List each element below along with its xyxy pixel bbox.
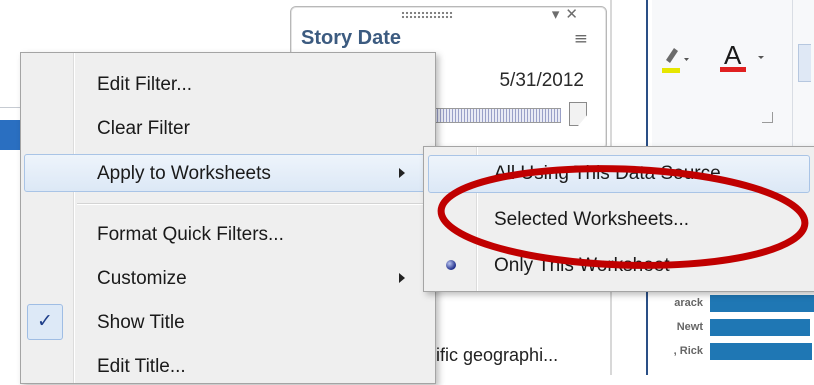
menu-item-label: Apply to Worksheets	[97, 163, 271, 184]
menu-item-format-quick-filters[interactable]: Format Quick Filters...	[21, 215, 435, 253]
menu-item-show-title[interactable]: ✓ Show Title	[21, 303, 435, 341]
bar-chart-fragment: arack Newt , Rick	[655, 290, 814, 375]
submenu-item-selected-worksheets[interactable]: Selected Worksheets...	[424, 199, 814, 239]
card-menu-icon[interactable]: ≡	[574, 29, 588, 49]
checkmark-icon: ✓	[37, 310, 53, 332]
submenu-item-all-using-data-source[interactable]: All Using This Data Source	[424, 153, 814, 193]
date-slider-handle[interactable]	[569, 102, 587, 126]
dialog-launcher-icon[interactable]	[762, 112, 773, 123]
menu-item-label: Edit Filter...	[97, 74, 193, 95]
bar-label: Newt	[676, 321, 703, 333]
checkmark-box: ✓	[27, 304, 63, 340]
date-range-value: 5/31/2012	[499, 70, 584, 91]
menu-item-apply-to-worksheets[interactable]: Apply to Worksheets	[21, 154, 435, 192]
apply-to-worksheets-submenu: All Using This Data Source Selected Work…	[423, 146, 814, 292]
menu-item-label: All Using This Data Source	[494, 163, 721, 184]
bar-row: arack	[655, 294, 814, 314]
align-button[interactable]	[798, 44, 811, 82]
drag-grip-icon[interactable]	[401, 11, 453, 19]
menu-item-edit-filter[interactable]: Edit Filter...	[21, 65, 435, 103]
bar-label: , Rick	[673, 345, 703, 357]
submenu-arrow-icon	[399, 168, 405, 178]
bar	[710, 319, 810, 336]
submenu-arrow-icon	[399, 273, 405, 283]
bar	[710, 343, 812, 360]
bar-label: arack	[674, 297, 703, 309]
menu-item-label: Format Quick Filters...	[97, 224, 284, 245]
highlight-color-icon[interactable]	[660, 40, 696, 76]
menu-item-label: Selected Worksheets...	[494, 209, 690, 230]
date-slider-track[interactable]	[431, 108, 561, 123]
bar-row: Newt	[655, 318, 814, 338]
radio-selected-icon	[446, 260, 456, 270]
left-panel-selection	[0, 120, 20, 150]
menu-item-customize[interactable]: Customize	[21, 259, 435, 297]
menu-item-label: Customize	[97, 268, 187, 289]
menu-item-label: Show Title	[97, 312, 185, 333]
menu-item-clear-filter[interactable]: Clear Filter	[21, 109, 435, 147]
background-caption-text: ific geographi...	[436, 345, 559, 365]
bar	[710, 295, 814, 312]
menu-item-label: Clear Filter	[97, 118, 190, 139]
submenu-item-only-this-worksheet[interactable]: Only This Worksheet	[424, 245, 814, 285]
menu-item-edit-title[interactable]: Edit Title...	[21, 347, 435, 385]
filter-context-menu: Edit Filter... Clear Filter Apply to Wor…	[20, 52, 436, 384]
ribbon-group-separator	[792, 0, 793, 150]
font-color-icon[interactable]: A	[714, 38, 778, 74]
ribbon-fragment: A	[652, 0, 814, 150]
card-window-controls[interactable]: ▾✕	[552, 5, 584, 23]
menu-item-label: Only This Worksheet	[494, 255, 670, 276]
svg-text:A: A	[724, 40, 742, 70]
menu-separator	[77, 203, 429, 205]
bar-row: , Rick	[655, 342, 814, 362]
filter-title: Story Date	[301, 27, 402, 49]
